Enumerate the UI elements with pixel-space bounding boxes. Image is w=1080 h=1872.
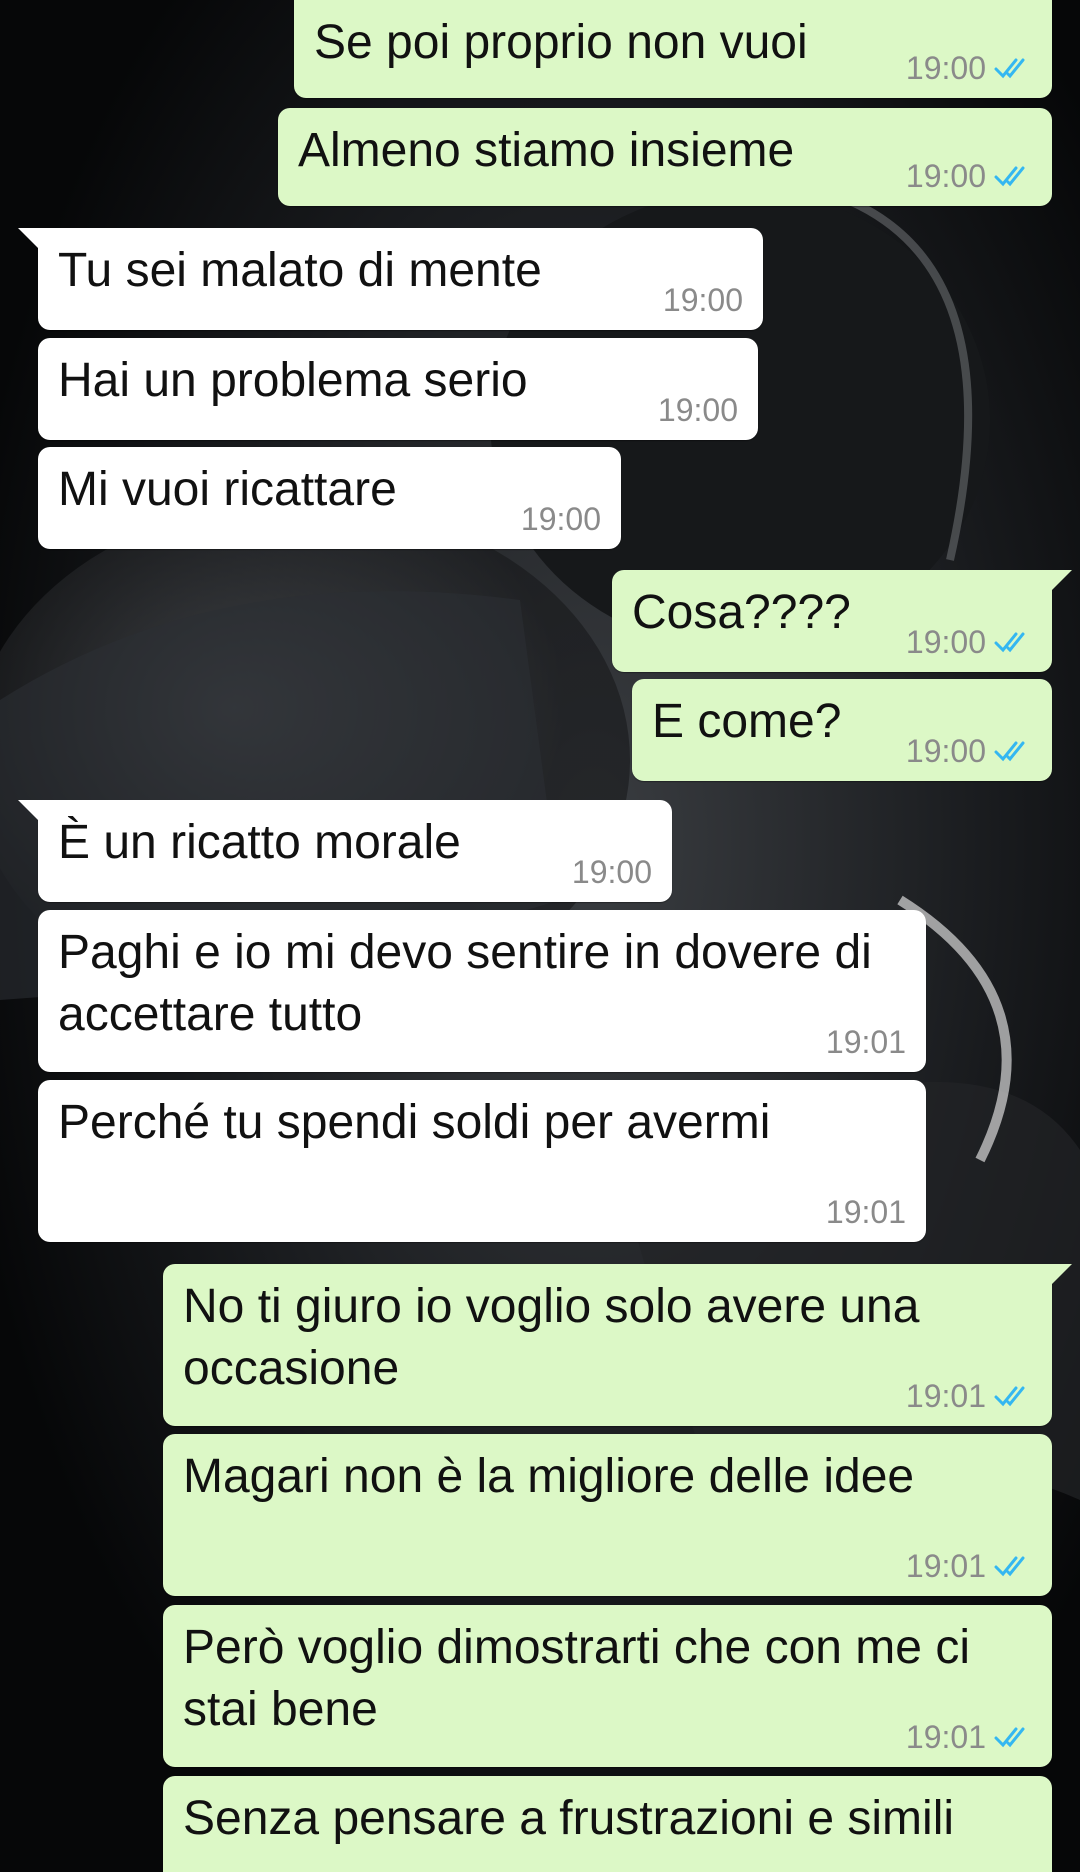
message-bubble-incoming[interactable]: Tu sei malato di mente 19:00 [18,228,763,330]
message-bubble-incoming[interactable]: Hai un problema serio 19:00 [38,338,758,440]
message-meta: 19:01 [906,1380,1032,1412]
double-check-read-icon [994,632,1025,653]
message-time: 19:00 [905,624,986,660]
message-bubble-incoming[interactable]: Perché tu spendi soldi per avermi 19:01 [38,1080,926,1242]
message-meta: 19:01 [826,1026,906,1058]
message-text: Hai un problema serio [58,354,528,407]
message-bubble-outgoing[interactable]: Senza pensare a frustrazioni e simili [163,1776,1052,1872]
message-text: Tu sei malato di mente [58,244,542,297]
message-meta: 19:00 [521,503,601,535]
message-time: 19:01 [905,1548,986,1584]
bubble-tail [18,800,40,822]
message-text: Perché tu spendi soldi per avermi [58,1096,771,1149]
message-time: 19:01 [905,1378,986,1414]
message-bubble-outgoing[interactable]: Però voglio dimostrarti che con me ci st… [163,1605,1052,1767]
message-time: 19:01 [825,1024,906,1060]
message-bubble-outgoing[interactable]: Cosa???? 19:00 [612,570,1072,672]
double-check-read-icon [994,166,1025,187]
message-meta: 19:00 [658,394,738,426]
message-time: 19:00 [662,282,743,318]
message-bubble-outgoing[interactable]: Magari non è la migliore delle idee 19:0… [163,1434,1052,1596]
message-meta: 19:01 [906,1721,1032,1753]
message-time: 19:00 [571,854,652,890]
message-text: Però voglio dimostrarti che con me ci st… [183,1621,984,1736]
message-meta: 19:00 [906,735,1032,767]
double-check-read-icon [994,1386,1025,1407]
double-check-read-icon [994,1556,1025,1577]
message-time: 19:00 [905,733,986,769]
message-text: Senza pensare a frustrazioni e simili [183,1792,955,1845]
message-time: 19:00 [520,501,601,537]
message-bubble-outgoing[interactable]: Almeno stiamo insieme 19:00 [278,108,1052,206]
message-text: È un ricatto morale [58,816,461,869]
bubble-tail [1050,1264,1072,1286]
message-meta: 19:00 [906,626,1032,658]
message-text: Mi vuoi ricattare [58,463,397,516]
message-bubble-outgoing[interactable]: No ti giuro io voglio solo avere una occ… [163,1264,1072,1426]
message-meta: 19:01 [826,1196,906,1228]
message-meta: 19:00 [906,160,1032,192]
message-bubble-outgoing[interactable]: E come? 19:00 [632,679,1052,781]
message-bubble-incoming[interactable]: Mi vuoi ricattare 19:00 [38,447,621,549]
message-list[interactable]: Se poi proprio non vuoi 19:00 Almeno sti… [0,0,1080,1872]
double-check-read-icon [994,58,1025,79]
message-text: Magari non è la migliore delle idee [183,1450,915,1503]
message-text: No ti giuro io voglio solo avere una occ… [183,1280,933,1395]
message-meta: 19:00 [663,284,743,316]
message-time: 19:01 [825,1194,906,1230]
double-check-read-icon [994,741,1025,762]
double-check-read-icon [994,1727,1025,1748]
message-bubble-incoming[interactable]: È un ricatto morale 19:00 [18,800,672,902]
message-bubble-incoming[interactable]: Paghi e io mi devo sentire in dovere di … [38,910,926,1072]
message-time: 19:01 [905,1719,986,1755]
message-text: Paghi e io mi devo sentire in dovere di … [58,926,886,1041]
message-time: 19:00 [657,392,738,428]
message-time: 19:00 [905,158,986,194]
message-meta: 19:00 [906,52,1032,84]
bubble-tail [1050,570,1072,592]
message-meta: 19:01 [906,1550,1032,1582]
message-time: 19:00 [905,50,986,86]
message-meta: 19:00 [572,856,652,888]
message-bubble-outgoing[interactable]: Se poi proprio non vuoi 19:00 [294,0,1052,98]
bubble-tail [18,228,40,250]
